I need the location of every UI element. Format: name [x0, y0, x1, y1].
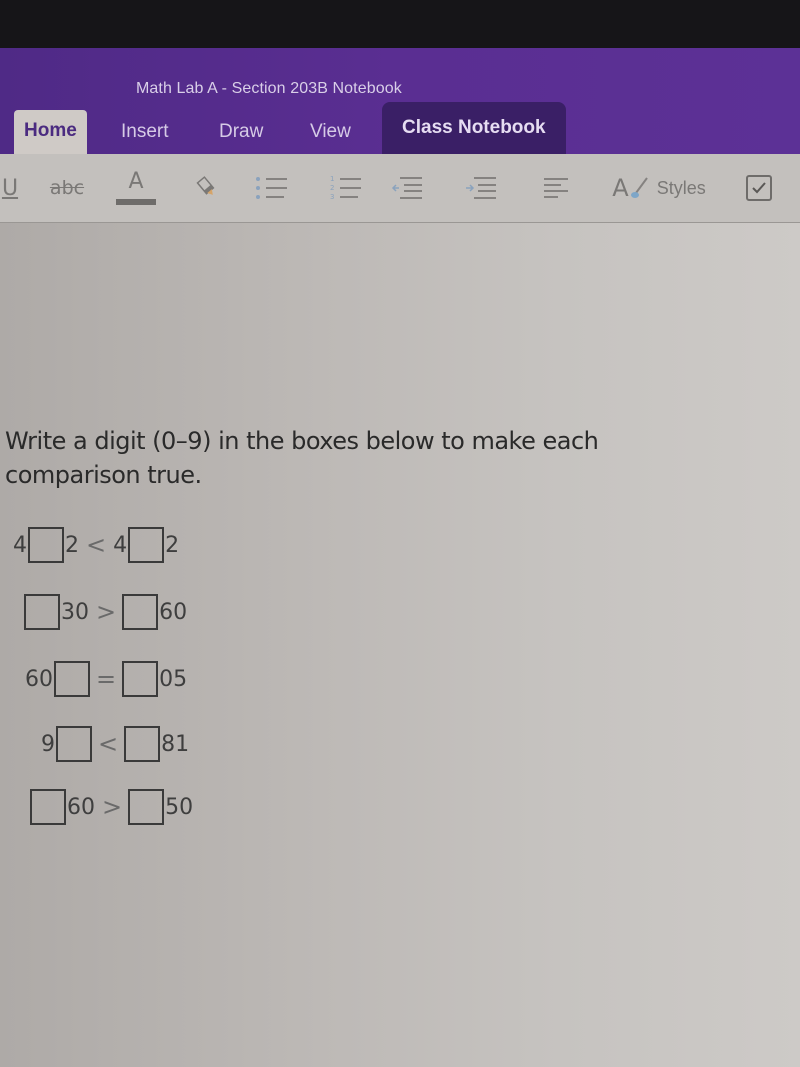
strikethrough-button[interactable]: abc	[48, 154, 86, 222]
highlighter-icon	[196, 176, 215, 195]
numbered-list-button[interactable]: 1 2 3	[326, 154, 366, 222]
right-suffix: 05	[159, 666, 188, 692]
tab-view[interactable]: View	[310, 114, 351, 154]
digit-box[interactable]	[122, 661, 159, 697]
styles-label: Styles	[656, 177, 706, 198]
digit-box[interactable]	[28, 527, 64, 563]
right-suffix: 50	[165, 794, 194, 820]
left-prefix: 4	[13, 532, 27, 558]
font-color-swatch	[116, 199, 156, 205]
underline-button[interactable]: U	[0, 154, 20, 222]
digit-box[interactable]	[54, 661, 90, 697]
screen-bezel	[0, 0, 800, 48]
comparison-row: 60 > 50	[30, 789, 194, 825]
digit-box[interactable]	[24, 594, 60, 630]
digit-box[interactable]	[30, 789, 66, 825]
highlighter-button[interactable]	[190, 154, 224, 222]
styles-icon: A	[612, 174, 648, 202]
notebook-title: Math Lab A - Section 203B Notebook	[136, 80, 402, 97]
bulleted-list-icon	[256, 177, 287, 199]
instructions-text: Write a digit (0–9) in the boxes below t…	[5, 427, 599, 489]
numbered-list-icon: 1 2 3	[330, 175, 361, 201]
increase-indent-button[interactable]	[462, 154, 502, 222]
digit-box[interactable]	[128, 789, 165, 825]
svg-text:1: 1	[330, 175, 334, 183]
left-suffix: 2	[65, 532, 79, 558]
strikethrough-icon: abc	[49, 177, 85, 199]
svg-text:2: 2	[330, 184, 334, 192]
formatting-toolbar: U abc A 1 2 3 A Styles	[0, 154, 800, 223]
right-suffix: 60	[159, 599, 188, 625]
tab-class-notebook[interactable]: Class Notebook	[382, 102, 566, 154]
styles-button[interactable]: A Styles	[600, 154, 718, 222]
tab-insert[interactable]: Insert	[121, 114, 169, 154]
align-left-icon	[544, 178, 568, 198]
bulleted-list-button[interactable]	[252, 154, 292, 222]
todo-checkbox-icon	[746, 175, 772, 201]
comparison-operator: =	[96, 665, 117, 693]
underline-icon: U	[1, 175, 19, 201]
font-color-button[interactable]: A	[114, 154, 158, 222]
left-suffix: 60	[67, 794, 95, 820]
left-prefix: 9	[41, 731, 55, 757]
left-prefix: 60	[25, 666, 53, 692]
comparison-operator: >	[96, 598, 117, 626]
comparison-row: 60 = 05	[24, 661, 188, 697]
right-suffix: 81	[161, 731, 190, 757]
left-suffix: 30	[61, 599, 89, 625]
decrease-indent-icon	[391, 177, 422, 199]
right-prefix: 4	[113, 532, 128, 558]
decrease-indent-button[interactable]	[388, 154, 428, 222]
comparison-operator: <	[86, 531, 107, 559]
digit-box[interactable]	[128, 527, 165, 563]
todo-tag-button[interactable]	[742, 154, 776, 222]
digit-box[interactable]	[124, 726, 161, 762]
increase-indent-icon	[466, 177, 496, 199]
svg-text:3: 3	[330, 193, 334, 201]
comparison-row: 9 < 81	[40, 726, 190, 762]
right-suffix: 2	[165, 532, 180, 558]
note-page[interactable]	[0, 223, 800, 1067]
digit-box[interactable]	[56, 726, 92, 762]
comparison-row: 30 > 60	[24, 594, 188, 630]
comparison-operator: >	[102, 793, 123, 821]
tab-home[interactable]: Home	[14, 110, 87, 154]
comparison-operator: <	[98, 730, 119, 758]
font-color-icon: A	[128, 169, 144, 194]
comparison-row: 4 2 < 4 2	[12, 527, 180, 563]
tab-draw[interactable]: Draw	[219, 114, 263, 154]
align-left-button[interactable]	[538, 154, 574, 222]
digit-box[interactable]	[122, 594, 159, 630]
